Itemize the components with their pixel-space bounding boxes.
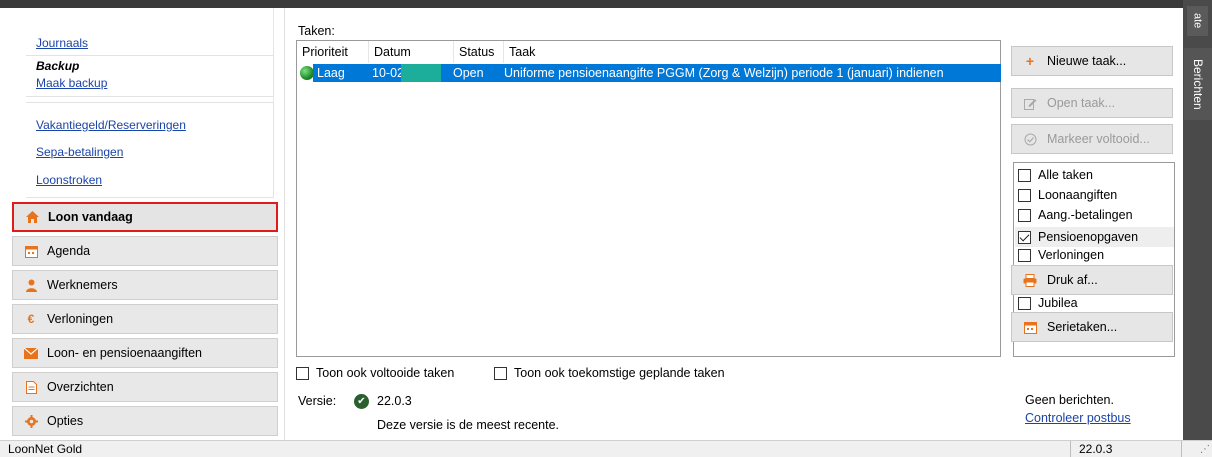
table-row[interactable]: Laag 10-02 Open Uniforme pensioenaangift…	[313, 64, 1001, 82]
link-journaals[interactable]: Journaals	[36, 36, 88, 50]
status-app-name: LoonNet Gold	[8, 442, 83, 456]
priority-globe-icon	[300, 66, 314, 80]
versie-value: 22.0.3	[377, 394, 412, 408]
filter-verloningen[interactable]: Verloningen	[1018, 248, 1104, 262]
checkbox-box[interactable]	[1018, 188, 1031, 202]
link-vakantiegeld[interactable]: Vakantiegeld/Reserveringen	[36, 118, 186, 132]
show-completed-checkbox[interactable]: Toon ook voltooide taken	[296, 366, 454, 380]
backup-title: Backup	[36, 59, 80, 73]
euro-icon: €	[27, 312, 35, 326]
show-completed-label: Toon ook voltooide taken	[316, 366, 455, 380]
link-maak-backup[interactable]: Maak backup	[36, 76, 107, 90]
checkbox-box[interactable]	[1018, 208, 1031, 222]
link-sepa-betalingen[interactable]: Sepa-betalingen	[36, 145, 123, 159]
column-datum[interactable]: Datum	[369, 41, 454, 63]
controleer-postbus-link[interactable]: Controleer postbus	[1025, 411, 1131, 425]
nav-loon-en-pensioenaangiften[interactable]: Loon- en pensioenaangiften	[12, 338, 278, 368]
sidebar: Journaals Backup Maak backup Vakantiegel…	[8, 8, 284, 440]
nieuwe-taak-button[interactable]: + Nieuwe taak...	[1011, 46, 1173, 76]
checkbox-box[interactable]	[1018, 296, 1031, 310]
filter-label: Verloningen	[1038, 248, 1105, 262]
show-future-checkbox[interactable]: Toon ook toekomstige geplande taken	[494, 366, 725, 380]
checkbox-box[interactable]	[1018, 168, 1031, 182]
printer-icon	[1023, 273, 1037, 287]
nav-label: Verloningen	[47, 312, 114, 326]
button-label: Nieuwe taak...	[1047, 54, 1127, 68]
button-label: Serietaken...	[1047, 320, 1118, 334]
show-future-label: Toon ook toekomstige geplande taken	[514, 366, 725, 380]
markeer-voltooid-button[interactable]: Markeer voltooid...	[1011, 124, 1173, 154]
filter-jubilea[interactable]: Jubilea	[1018, 296, 1078, 310]
status-bar: LoonNet Gold 22.0.3 ⋰	[0, 440, 1212, 457]
check-circle-outline-icon	[1023, 133, 1037, 146]
column-status[interactable]: Status	[454, 41, 504, 63]
button-label: Druk af...	[1047, 273, 1098, 287]
filter-alle-taken[interactable]: Alle taken	[1018, 168, 1093, 182]
top-border	[0, 0, 1183, 8]
geen-berichten-text: Geen berichten.	[1025, 393, 1114, 407]
nav-overzichten[interactable]: Overzichten	[12, 372, 278, 402]
filter-label: Alle taken	[1038, 168, 1093, 182]
cell-status: Open	[453, 66, 484, 80]
nav-label: Loon vandaag	[48, 210, 133, 224]
nav-opties[interactable]: Opties	[12, 406, 278, 436]
druk-af-button[interactable]: Druk af...	[1011, 265, 1173, 295]
main-panel: Taken: Prioriteit Datum Status Taak Laag…	[284, 8, 1183, 440]
task-list[interactable]: Prioriteit Datum Status Taak Laag 10-02 …	[296, 40, 1001, 357]
sidebar-link-panel: Journaals Backup Maak backup Vakantiegel…	[8, 8, 284, 198]
nav-label: Werknemers	[47, 278, 118, 292]
side-tab-top[interactable]: ate	[1187, 6, 1208, 36]
calendar-icon	[1023, 321, 1037, 334]
link-loonstroken[interactable]: Loonstroken	[36, 173, 102, 187]
checkbox-box[interactable]	[296, 366, 309, 380]
envelope-icon	[24, 346, 38, 360]
edit-icon	[1023, 97, 1037, 110]
check-circle-icon: ✔	[354, 394, 369, 409]
nav-label: Overzichten	[47, 380, 114, 394]
nav-label: Loon- en pensioenaangiften	[47, 346, 202, 360]
cell-datum: 10-02	[372, 66, 404, 80]
filter-label: Aang.-betalingen	[1038, 208, 1133, 222]
nav-label: Opties	[47, 414, 84, 428]
calendar-icon	[24, 244, 38, 258]
filter-loonaangiften[interactable]: Loonaangiften	[1018, 188, 1117, 202]
gear-icon	[24, 414, 38, 428]
checkbox-box[interactable]	[494, 366, 507, 380]
resize-grip-icon[interactable]: ⋰	[1200, 444, 1210, 455]
filter-aang-betalingen[interactable]: Aang.-betalingen	[1018, 208, 1133, 222]
versie-message: Deze versie is de meest recente.	[377, 418, 560, 432]
redacted-block	[401, 64, 441, 82]
status-version: 22.0.3	[1070, 441, 1182, 457]
versie-label: Versie:	[298, 394, 337, 408]
app-window: ate Berichten Journaals Backup Maak back…	[0, 0, 1212, 457]
button-label: Open taak...	[1047, 96, 1116, 110]
person-icon	[24, 278, 38, 292]
plus-icon: +	[1025, 53, 1035, 69]
nav-agenda[interactable]: Agenda	[12, 236, 278, 266]
nav-werknemers[interactable]: Werknemers	[12, 270, 278, 300]
cell-prioriteit: Laag	[317, 66, 345, 80]
nav-loon-vandaag[interactable]: Loon vandaag	[12, 202, 278, 232]
filter-label: Loonaangiften	[1038, 188, 1118, 202]
checkbox-box[interactable]	[1018, 248, 1031, 262]
column-taak[interactable]: Taak	[504, 41, 1001, 63]
side-tab-berichten[interactable]: Berichten	[1184, 48, 1212, 120]
document-icon	[24, 380, 38, 394]
cell-taak: Uniforme pensioenaangifte PGGM (Zorg & W…	[504, 66, 944, 80]
serietaken-button[interactable]: Serietaken...	[1011, 312, 1173, 342]
nav-label: Agenda	[47, 244, 91, 258]
filter-pensioenopgaven[interactable]: Pensioenopgaven	[1015, 227, 1174, 247]
filter-label: Jubilea	[1038, 296, 1078, 310]
nav-verloningen[interactable]: € Verloningen	[12, 304, 278, 334]
open-taak-button[interactable]: Open taak...	[1011, 88, 1173, 118]
column-prioriteit[interactable]: Prioriteit	[297, 41, 369, 63]
button-label: Markeer voltooid...	[1047, 132, 1150, 146]
taken-label: Taken:	[298, 24, 335, 38]
filter-label: Pensioenopgaven	[1038, 230, 1139, 244]
right-side-panel: ate Berichten	[1183, 0, 1212, 440]
home-icon	[25, 210, 39, 224]
checkbox-box-checked[interactable]	[1018, 230, 1031, 244]
